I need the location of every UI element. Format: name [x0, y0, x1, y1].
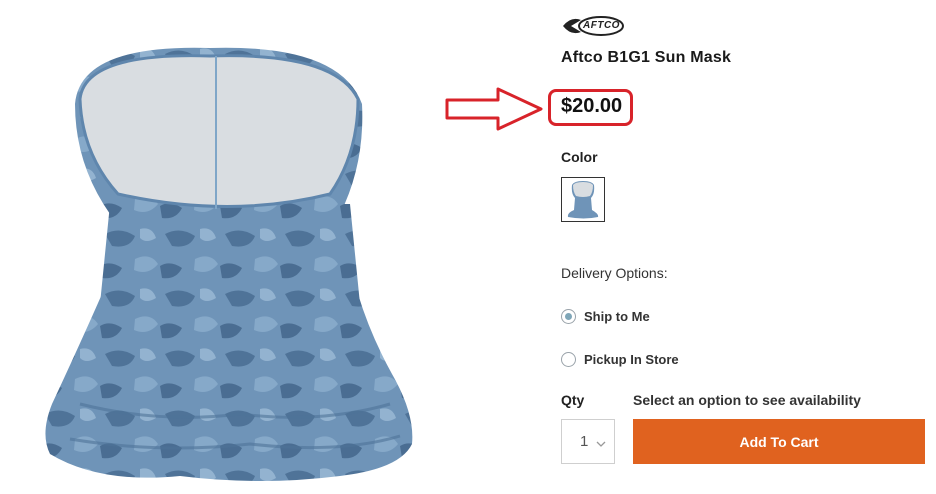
color-label: Color: [561, 149, 598, 165]
delivery-options-label: Delivery Options:: [561, 265, 668, 281]
arrow-annotation-icon: [445, 87, 543, 131]
product-price: $20.00: [561, 95, 623, 117]
pickup-in-store-radio[interactable]: [561, 352, 576, 367]
pickup-in-store-option[interactable]: Pickup In Store: [561, 352, 679, 367]
product-title: Aftco B1G1 Sun Mask: [561, 49, 732, 66]
brand-logo-text: AFTCO: [583, 20, 620, 31]
ship-to-me-option[interactable]: Ship to Me: [561, 309, 650, 324]
product-image[interactable]: [40, 44, 420, 484]
quantity-select[interactable]: 1: [561, 419, 615, 464]
availability-message: Select an option to see availability: [633, 392, 861, 408]
ship-to-me-label: Ship to Me: [584, 309, 650, 324]
swatch-thumbnail: [567, 181, 599, 219]
chevron-down-icon: [596, 441, 606, 447]
brand-logo[interactable]: AFTCO: [561, 14, 625, 38]
add-to-cart-button[interactable]: Add To Cart: [633, 419, 925, 464]
sun-mask-image: [45, 47, 413, 481]
quantity-value: 1: [580, 433, 589, 450]
pickup-in-store-label: Pickup In Store: [584, 352, 679, 367]
ship-to-me-radio[interactable]: [561, 309, 576, 324]
qty-label: Qty: [561, 392, 585, 408]
color-swatch[interactable]: [561, 177, 605, 222]
